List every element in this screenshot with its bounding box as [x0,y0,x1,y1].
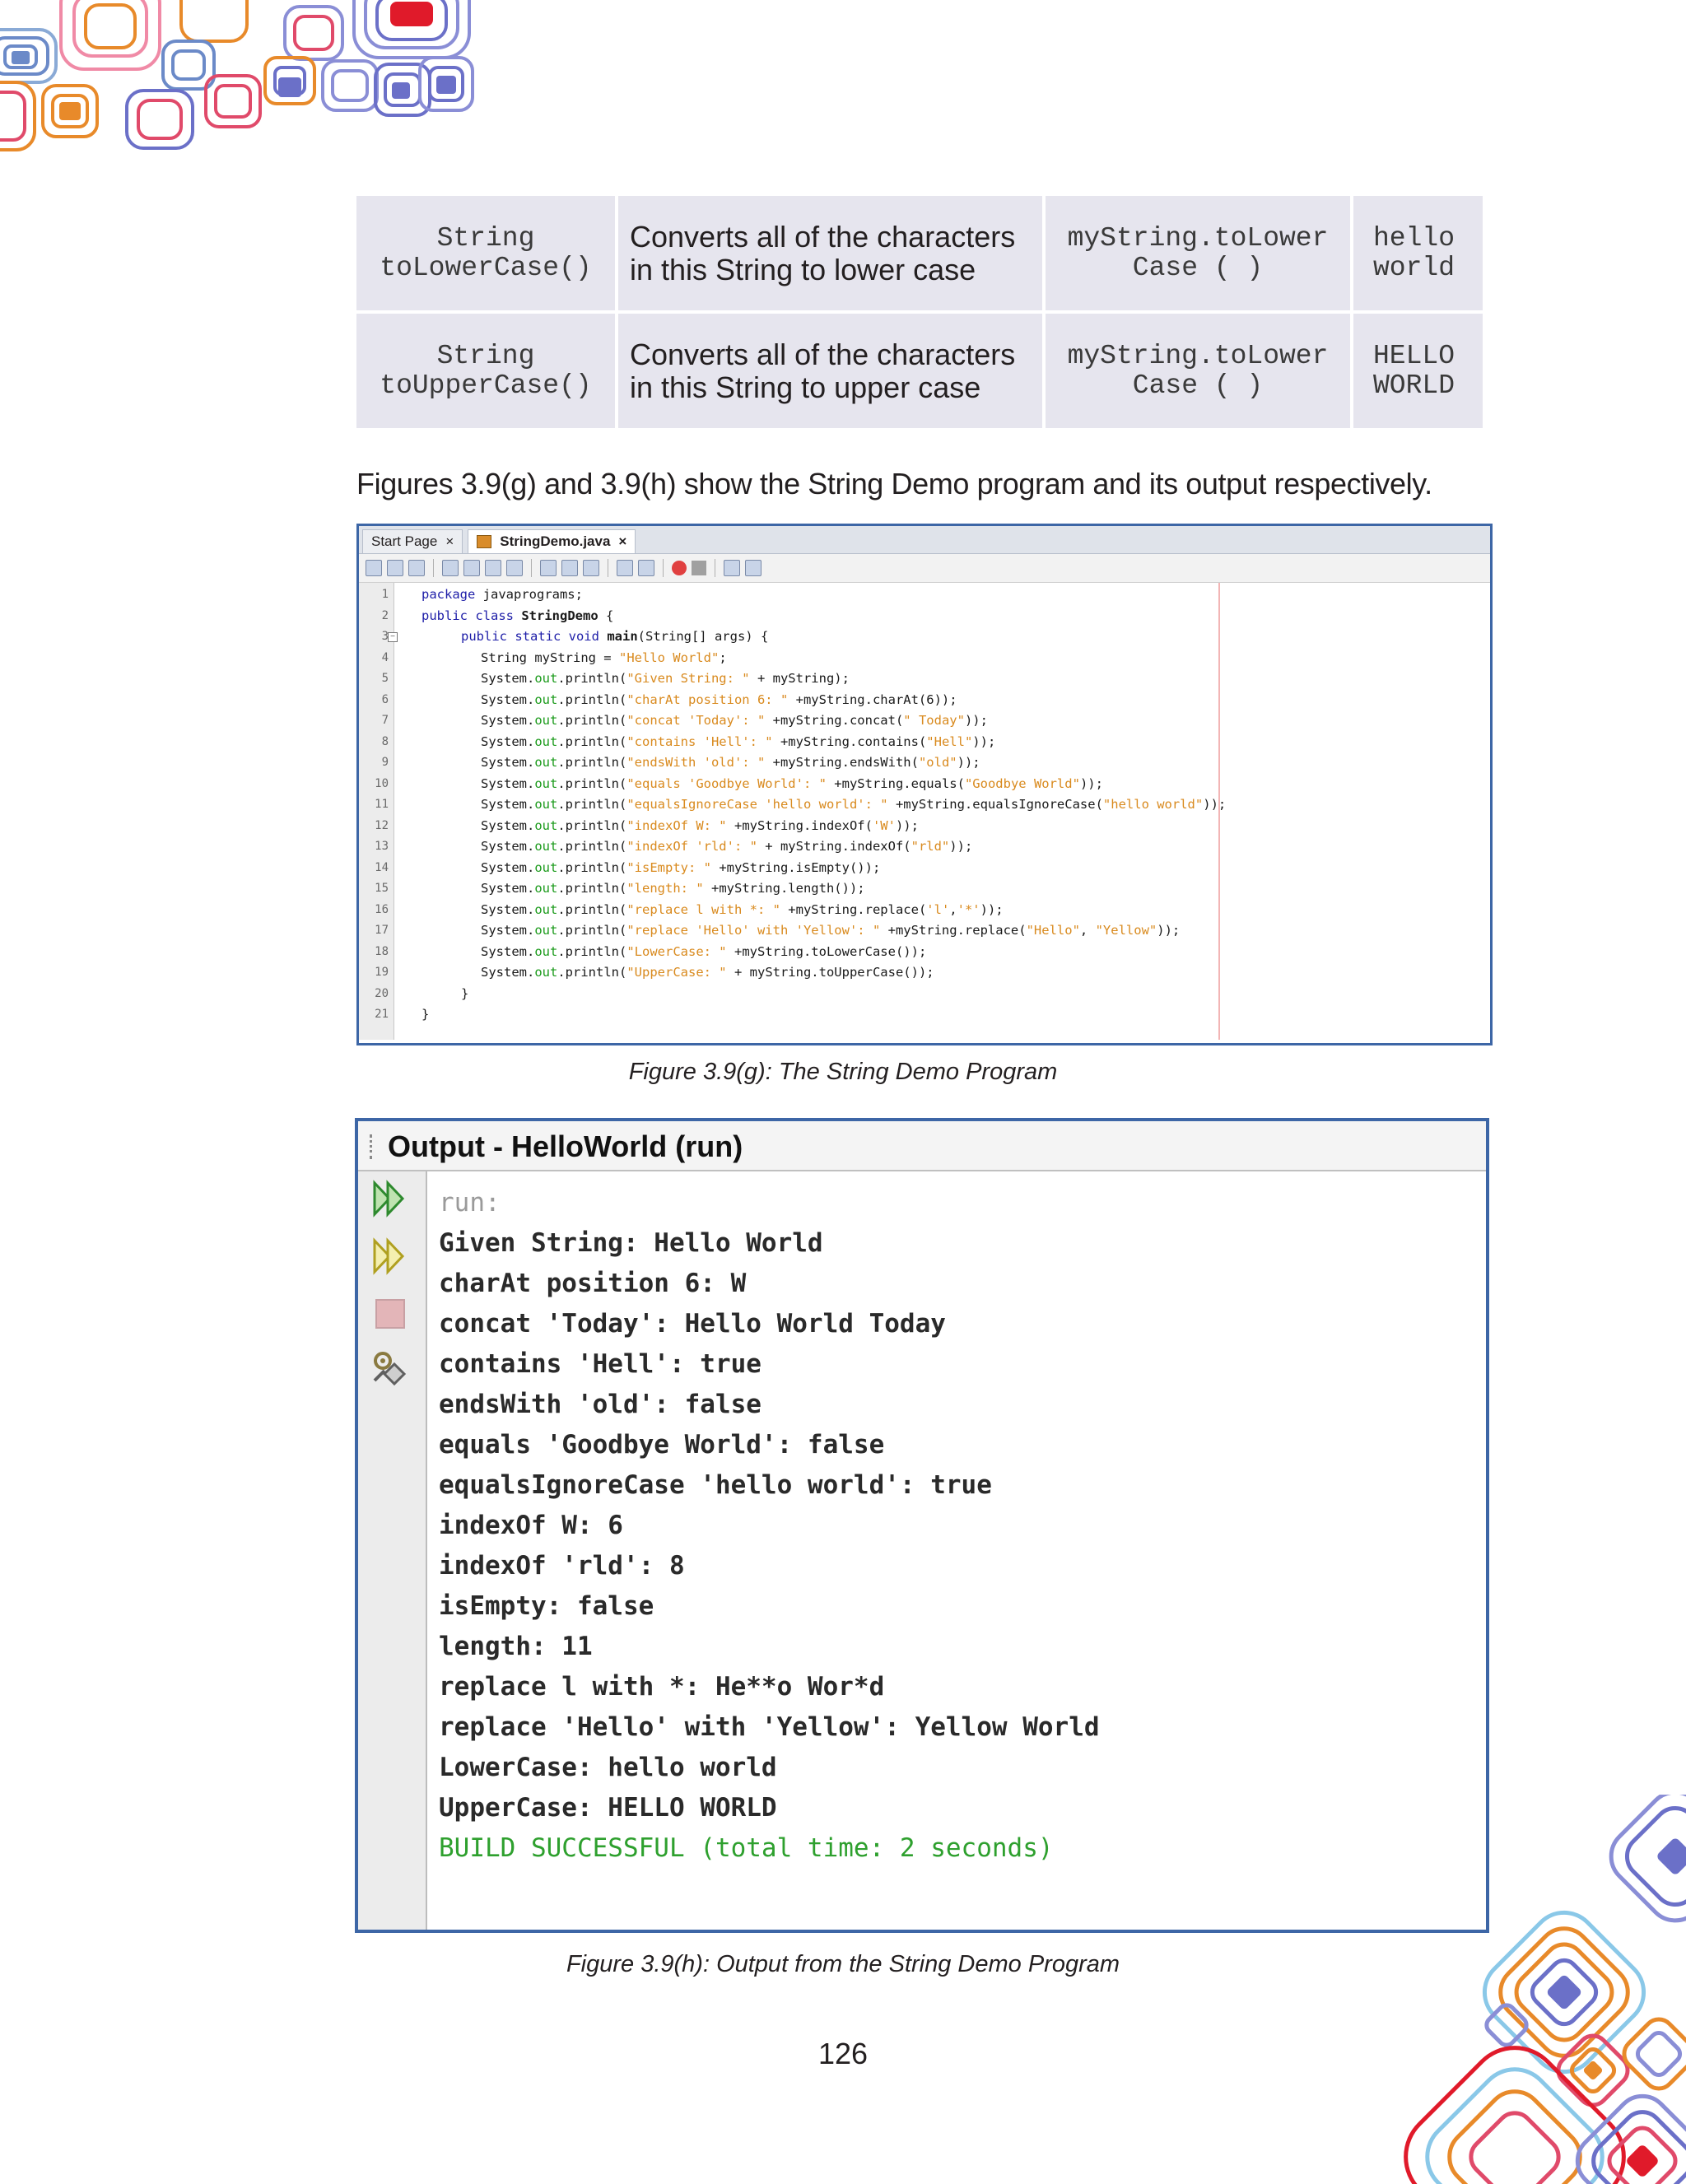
find-icon[interactable] [442,560,459,576]
rerun-icon[interactable] [370,1178,411,1219]
output-side-toolbar [358,1171,427,1930]
method-description-cell: Converts all of the characters in this St… [618,196,1042,310]
output-line: UpperCase: HELLO WORLD [439,1793,777,1823]
stop-macro-record-icon[interactable] [692,561,706,575]
code-line: public class StringDemo { [422,608,614,623]
code-line: } [422,1007,430,1022]
settings-icon[interactable] [370,1348,411,1389]
code-line: } [461,985,469,1001]
figure-caption-h: Figure 3.9(h): Output from the String De… [566,1951,1120,1977]
output-line: length: 11 [439,1632,593,1661]
code-line: System.out.println("UpperCase: " + myStr… [481,965,934,980]
build-status: BUILD SUCCESSFUL (total time: 2 seconds) [439,1833,1054,1863]
output-line: LowerCase: hello world [439,1753,777,1782]
table-row: String toLowerCase() Converts all of the … [356,196,1483,310]
code-line: System.out.println("LowerCase: " +myStri… [481,943,927,959]
toolbar-divider [433,559,434,577]
output-line: equals 'Goodbye World': false [439,1430,885,1460]
start-macro-record-icon[interactable] [672,561,687,575]
method-signature-cell: String toUpperCase() [356,314,615,428]
code-line: System.out.println("indexOf W: " +myStri… [481,817,919,833]
output-line: charAt position 6: W [439,1269,747,1298]
output-line: indexOf 'rld': 8 [439,1551,685,1581]
code-line: public static void main(String[] args) { [461,629,769,644]
find-next-icon[interactable] [485,560,501,576]
code-line: System.out.println("Given String: " + my… [481,671,850,686]
output-line: indexOf W: 6 [439,1511,623,1540]
code-line: System.out.println("indexOf 'rld': " + m… [481,839,973,854]
editor-tab-bar: Start Page × StringDemo.java × [359,526,1490,554]
method-example-cell: myString.toLower Case ( ) [1046,314,1350,428]
rerun-with-parameters-icon[interactable] [370,1236,411,1277]
method-description-cell: Converts all of the characters in this St… [618,314,1042,428]
toolbar-divider [531,559,532,577]
method-result-cell: hello world [1353,196,1483,310]
java-file-icon [477,535,492,548]
toggle-highlight-icon[interactable] [506,560,523,576]
console-output: run: Given String: Hello World charAt po… [439,1183,1100,1869]
code-line: System.out.println("isEmpty: " +myString… [481,859,881,875]
tab-start-page[interactable]: Start Page × [362,529,463,553]
table-row: String toUpperCase() Converts all of the … [356,314,1483,428]
string-methods-table: String toLowerCase() Converts all of the … [353,193,1486,431]
page-number: 126 [817,2037,869,2070]
method-example-cell: myString.toLower Case ( ) [1046,196,1350,310]
close-icon[interactable]: × [618,530,626,553]
editor-toolbar [359,554,1490,583]
run-label: run: [439,1188,501,1218]
intro-paragraph: Figures 3.9(g) and 3.9(h) show the Strin… [356,467,1432,501]
decorative-squares-top-left [0,0,474,151]
method-result-cell: HELLO WORLD [1353,314,1483,428]
code-line: System.out.println("concat 'Today': " +m… [481,713,988,728]
output-line: contains 'Hell': true [439,1349,761,1379]
code-line: System.out.println("length: " +myString.… [481,881,865,896]
output-line: equalsIgnoreCase 'hello world': true [439,1470,992,1500]
uncomment-icon[interactable] [745,560,761,576]
previous-bookmark-icon[interactable] [540,560,557,576]
output-title: Output - HelloWorld (run) [388,1129,743,1163]
output-line: replace l with *: He**o Wor*d [439,1672,885,1702]
output-line: isEmpty: false [439,1591,654,1621]
shift-left-icon[interactable] [617,560,633,576]
tab-stringdemo-java[interactable]: StringDemo.java × [468,529,636,553]
code-line: package javaprograms; [422,587,583,602]
output-title-bar: Output - HelloWorld (run) [358,1121,1486,1171]
source-code: package javaprograms; public class Strin… [359,583,1487,1040]
output-line: replace 'Hello' with 'Yellow': Yellow Wo… [439,1712,1100,1742]
code-line: System.out.println("replace l with *: " … [481,901,1004,917]
code-line: System.out.println("endsWith 'old': " +m… [481,755,980,770]
find-previous-icon[interactable] [463,560,480,576]
drag-handle[interactable] [370,1134,375,1159]
toolbar-divider [663,559,664,577]
figure-caption-g: Figure 3.9(g): The String Demo Program [628,1059,1058,1085]
history-icon[interactable] [387,560,403,576]
stop-icon[interactable] [370,1293,411,1334]
back-icon[interactable] [408,560,425,576]
code-line: System.out.println("equalsIgnoreCase 'he… [481,797,1227,812]
editor-body: 1 2 3 4 5 6 7 8 9 10 11 12 13 14 15 16 1… [359,583,1490,1040]
code-editor-screenshot: Start Page × StringDemo.java × 1 2 3 4 5… [356,524,1493,1045]
method-signature-cell: String toLowerCase() [356,196,615,310]
close-icon[interactable]: × [445,530,454,553]
code-line: System.out.println("equals 'Goodbye Worl… [481,775,1103,791]
tab-label: Start Page [371,533,438,549]
output-line: endsWith 'old': false [439,1390,761,1419]
output-window: Output - HelloWorld (run) run: Given Str… [355,1118,1489,1933]
next-bookmark-icon[interactable] [561,560,578,576]
code-line: System.out.println("charAt position 6: "… [481,692,957,707]
tab-label: StringDemo.java [500,533,611,549]
output-line: Given String: Hello World [439,1228,823,1258]
code-line: System.out.println("contains 'Hell': " +… [481,733,996,749]
code-line: String myString = "Hello World"; [481,650,727,665]
shift-right-icon[interactable] [638,560,654,576]
toggle-bookmark-icon[interactable] [583,560,599,576]
code-line: System.out.println("replace 'Hello' with… [481,923,1181,938]
comment-icon[interactable] [724,560,740,576]
output-line: concat 'Today': Hello World Today [439,1309,946,1339]
source-view-icon[interactable] [366,560,382,576]
